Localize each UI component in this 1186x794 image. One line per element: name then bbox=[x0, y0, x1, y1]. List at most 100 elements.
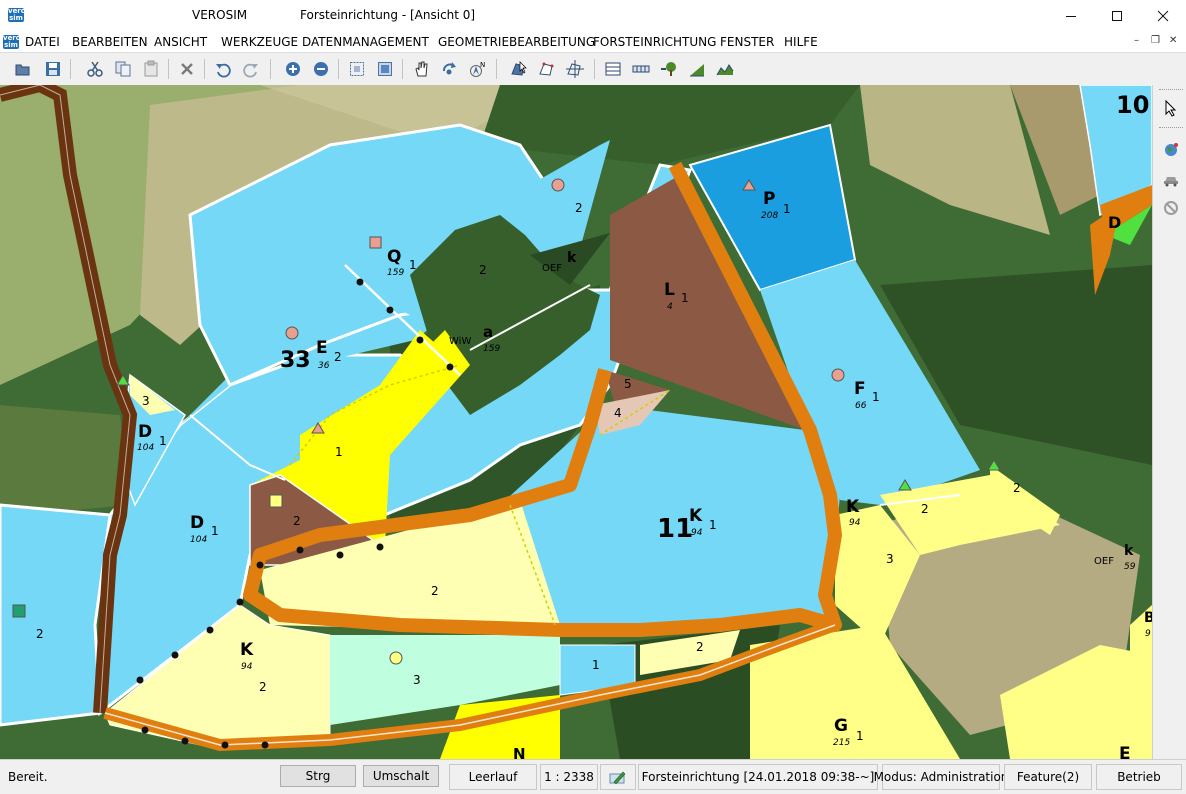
label-stand-p-number: 208 bbox=[761, 211, 778, 221]
tree-symbol-icon bbox=[661, 62, 676, 76]
label-compartment-10: 10 bbox=[1116, 91, 1149, 119]
map-view[interactable]: 33 E 36 2 Q 159 1 P 208 1 L 4 1 F 66 1 1… bbox=[0, 85, 1152, 759]
edit-feature-button[interactable] bbox=[536, 58, 558, 80]
pan-hand-icon bbox=[415, 61, 428, 77]
minimize-icon bbox=[1066, 16, 1076, 17]
label-stand-l-number: 4 bbox=[667, 302, 673, 312]
zoom-out-icon bbox=[314, 62, 328, 76]
table-view-button[interactable] bbox=[602, 58, 624, 80]
close-icon bbox=[1157, 10, 1169, 22]
strg-key-button[interactable]: Strg bbox=[280, 765, 356, 787]
label-stand-e-number: 36 bbox=[318, 361, 330, 371]
label-sub-2: 2 bbox=[696, 640, 704, 654]
label-stand-k-center-number: 94 bbox=[691, 528, 703, 538]
copy-button[interactable] bbox=[112, 58, 134, 80]
minimize-button[interactable] bbox=[1048, 0, 1094, 32]
save-button[interactable] bbox=[42, 58, 64, 80]
mdi-minimize-button[interactable]: – bbox=[1134, 35, 1139, 46]
square-point-marker[interactable] bbox=[12, 604, 26, 618]
label-stand-e-sub: 2 bbox=[334, 350, 342, 364]
label-stand-e-bottom: E bbox=[1119, 744, 1131, 759]
open-folder-button[interactable] bbox=[12, 58, 34, 80]
menu-werkzeuge[interactable]: WERKZEUGE bbox=[221, 35, 298, 49]
label-stand-k-right: K bbox=[846, 497, 860, 517]
stand-profile-button[interactable] bbox=[686, 58, 708, 80]
tree-point-marker[interactable] bbox=[551, 178, 565, 192]
label-wiw: WiW bbox=[449, 336, 471, 347]
vehicle-icon bbox=[1164, 177, 1178, 187]
edit-scale-button[interactable] bbox=[600, 764, 636, 790]
undo-button[interactable] bbox=[212, 58, 234, 80]
svg-text:N: N bbox=[480, 61, 485, 69]
zoom-out-button[interactable] bbox=[310, 58, 332, 80]
menu-geometriebearbeitung[interactable]: GEOMETRIEBEARBEITUNG bbox=[438, 35, 595, 49]
table-view-icon bbox=[605, 62, 621, 76]
menu-ansicht[interactable]: ANSICHT bbox=[154, 35, 207, 49]
status-text: Bereit. bbox=[8, 770, 48, 784]
stand-profile-icon bbox=[690, 64, 704, 77]
menu-bar: vero sim DATEI BEARBEITEN ANSICHT WERKZE… bbox=[0, 32, 1186, 52]
vehicle-tool-button[interactable] bbox=[1160, 169, 1182, 191]
terrain-icon bbox=[716, 64, 734, 76]
terrain-button[interactable] bbox=[714, 58, 736, 80]
label-sub-2: 2 bbox=[479, 263, 487, 277]
window-title: Forsteinrichtung - [Ansicht 0] bbox=[300, 8, 476, 22]
zoom-window-icon bbox=[350, 62, 364, 76]
menu-hilfe[interactable]: HILFE bbox=[784, 35, 818, 49]
zoom-extent-button[interactable] bbox=[374, 58, 396, 80]
side-toolbar bbox=[1152, 85, 1186, 759]
label-stand-q: Q bbox=[387, 247, 401, 267]
scale-field[interactable]: 1 : 2338 bbox=[540, 764, 598, 790]
paste-button[interactable] bbox=[140, 58, 162, 80]
attribute-bar-button[interactable] bbox=[630, 58, 652, 80]
label-stand-k-bottom: K bbox=[240, 640, 254, 660]
menu-fenster[interactable]: FENSTER bbox=[720, 35, 774, 49]
zoom-in-icon bbox=[286, 62, 300, 76]
measure-button[interactable] bbox=[564, 58, 586, 80]
main-toolbar: N bbox=[0, 52, 1186, 86]
menu-datenmanagement[interactable]: DATENMANAGEMENT bbox=[302, 35, 429, 49]
tree-point-marker[interactable] bbox=[389, 651, 403, 665]
square-point-marker[interactable] bbox=[269, 494, 283, 508]
zoom-window-button[interactable] bbox=[346, 58, 368, 80]
tree-point-marker[interactable] bbox=[831, 368, 845, 382]
mdi-close-button[interactable]: ✕ bbox=[1169, 35, 1177, 46]
menu-forsteinrichtung[interactable]: FORSTEINRICHTUNG bbox=[593, 35, 716, 49]
cut-button[interactable] bbox=[84, 58, 106, 80]
tree-symbol-button[interactable] bbox=[658, 58, 680, 80]
mode-field: Leerlauf bbox=[449, 764, 537, 790]
label-stand-k-center-sub: 1 bbox=[709, 518, 717, 532]
redo-button[interactable] bbox=[240, 58, 262, 80]
select-feature-button[interactable] bbox=[508, 58, 530, 80]
delete-button[interactable] bbox=[176, 58, 198, 80]
menu-bearbeiten[interactable]: BEARBEITEN bbox=[72, 35, 148, 49]
label-oef-top-k: k bbox=[567, 250, 577, 266]
map-canvas[interactable]: 33 E 36 2 Q 159 1 P 208 1 L 4 1 F 66 1 1… bbox=[0, 85, 1152, 759]
label-compartment-33: 33 bbox=[280, 348, 311, 373]
label-oef-right-number: 59 bbox=[1124, 562, 1136, 572]
mdi-restore-button[interactable]: ❐ bbox=[1151, 35, 1160, 46]
label-stand-d-left-sub: 1 bbox=[159, 434, 167, 448]
globe-tool-button[interactable] bbox=[1160, 139, 1182, 161]
north-button[interactable]: N bbox=[466, 58, 488, 80]
label-oef-right-k: k bbox=[1124, 543, 1134, 559]
label-sub-3: 3 bbox=[142, 394, 150, 408]
maximize-button[interactable] bbox=[1094, 0, 1140, 32]
label-stand-k-right-number: 94 bbox=[849, 518, 861, 528]
paste-icon bbox=[144, 60, 158, 77]
square-point-marker[interactable] bbox=[369, 236, 382, 249]
restriction-tool-button[interactable] bbox=[1160, 197, 1182, 219]
close-button[interactable] bbox=[1140, 0, 1186, 32]
zoom-extent-icon bbox=[378, 62, 392, 76]
umschalt-key-button[interactable]: Umschalt bbox=[363, 765, 439, 787]
menu-datei[interactable]: DATEI bbox=[25, 35, 60, 49]
rotate-button[interactable] bbox=[438, 58, 460, 80]
label-stand-q-sub: 1 bbox=[409, 258, 417, 272]
zoom-in-button[interactable] bbox=[282, 58, 304, 80]
betrieb-field: Betrieb bbox=[1096, 764, 1182, 790]
label-stand-p-sub: 1 bbox=[783, 202, 791, 216]
pointer-tool-button[interactable] bbox=[1160, 97, 1182, 119]
tree-point-marker[interactable] bbox=[285, 326, 299, 340]
pan-button[interactable] bbox=[410, 58, 432, 80]
label-stand-d-mid: D bbox=[190, 513, 204, 533]
